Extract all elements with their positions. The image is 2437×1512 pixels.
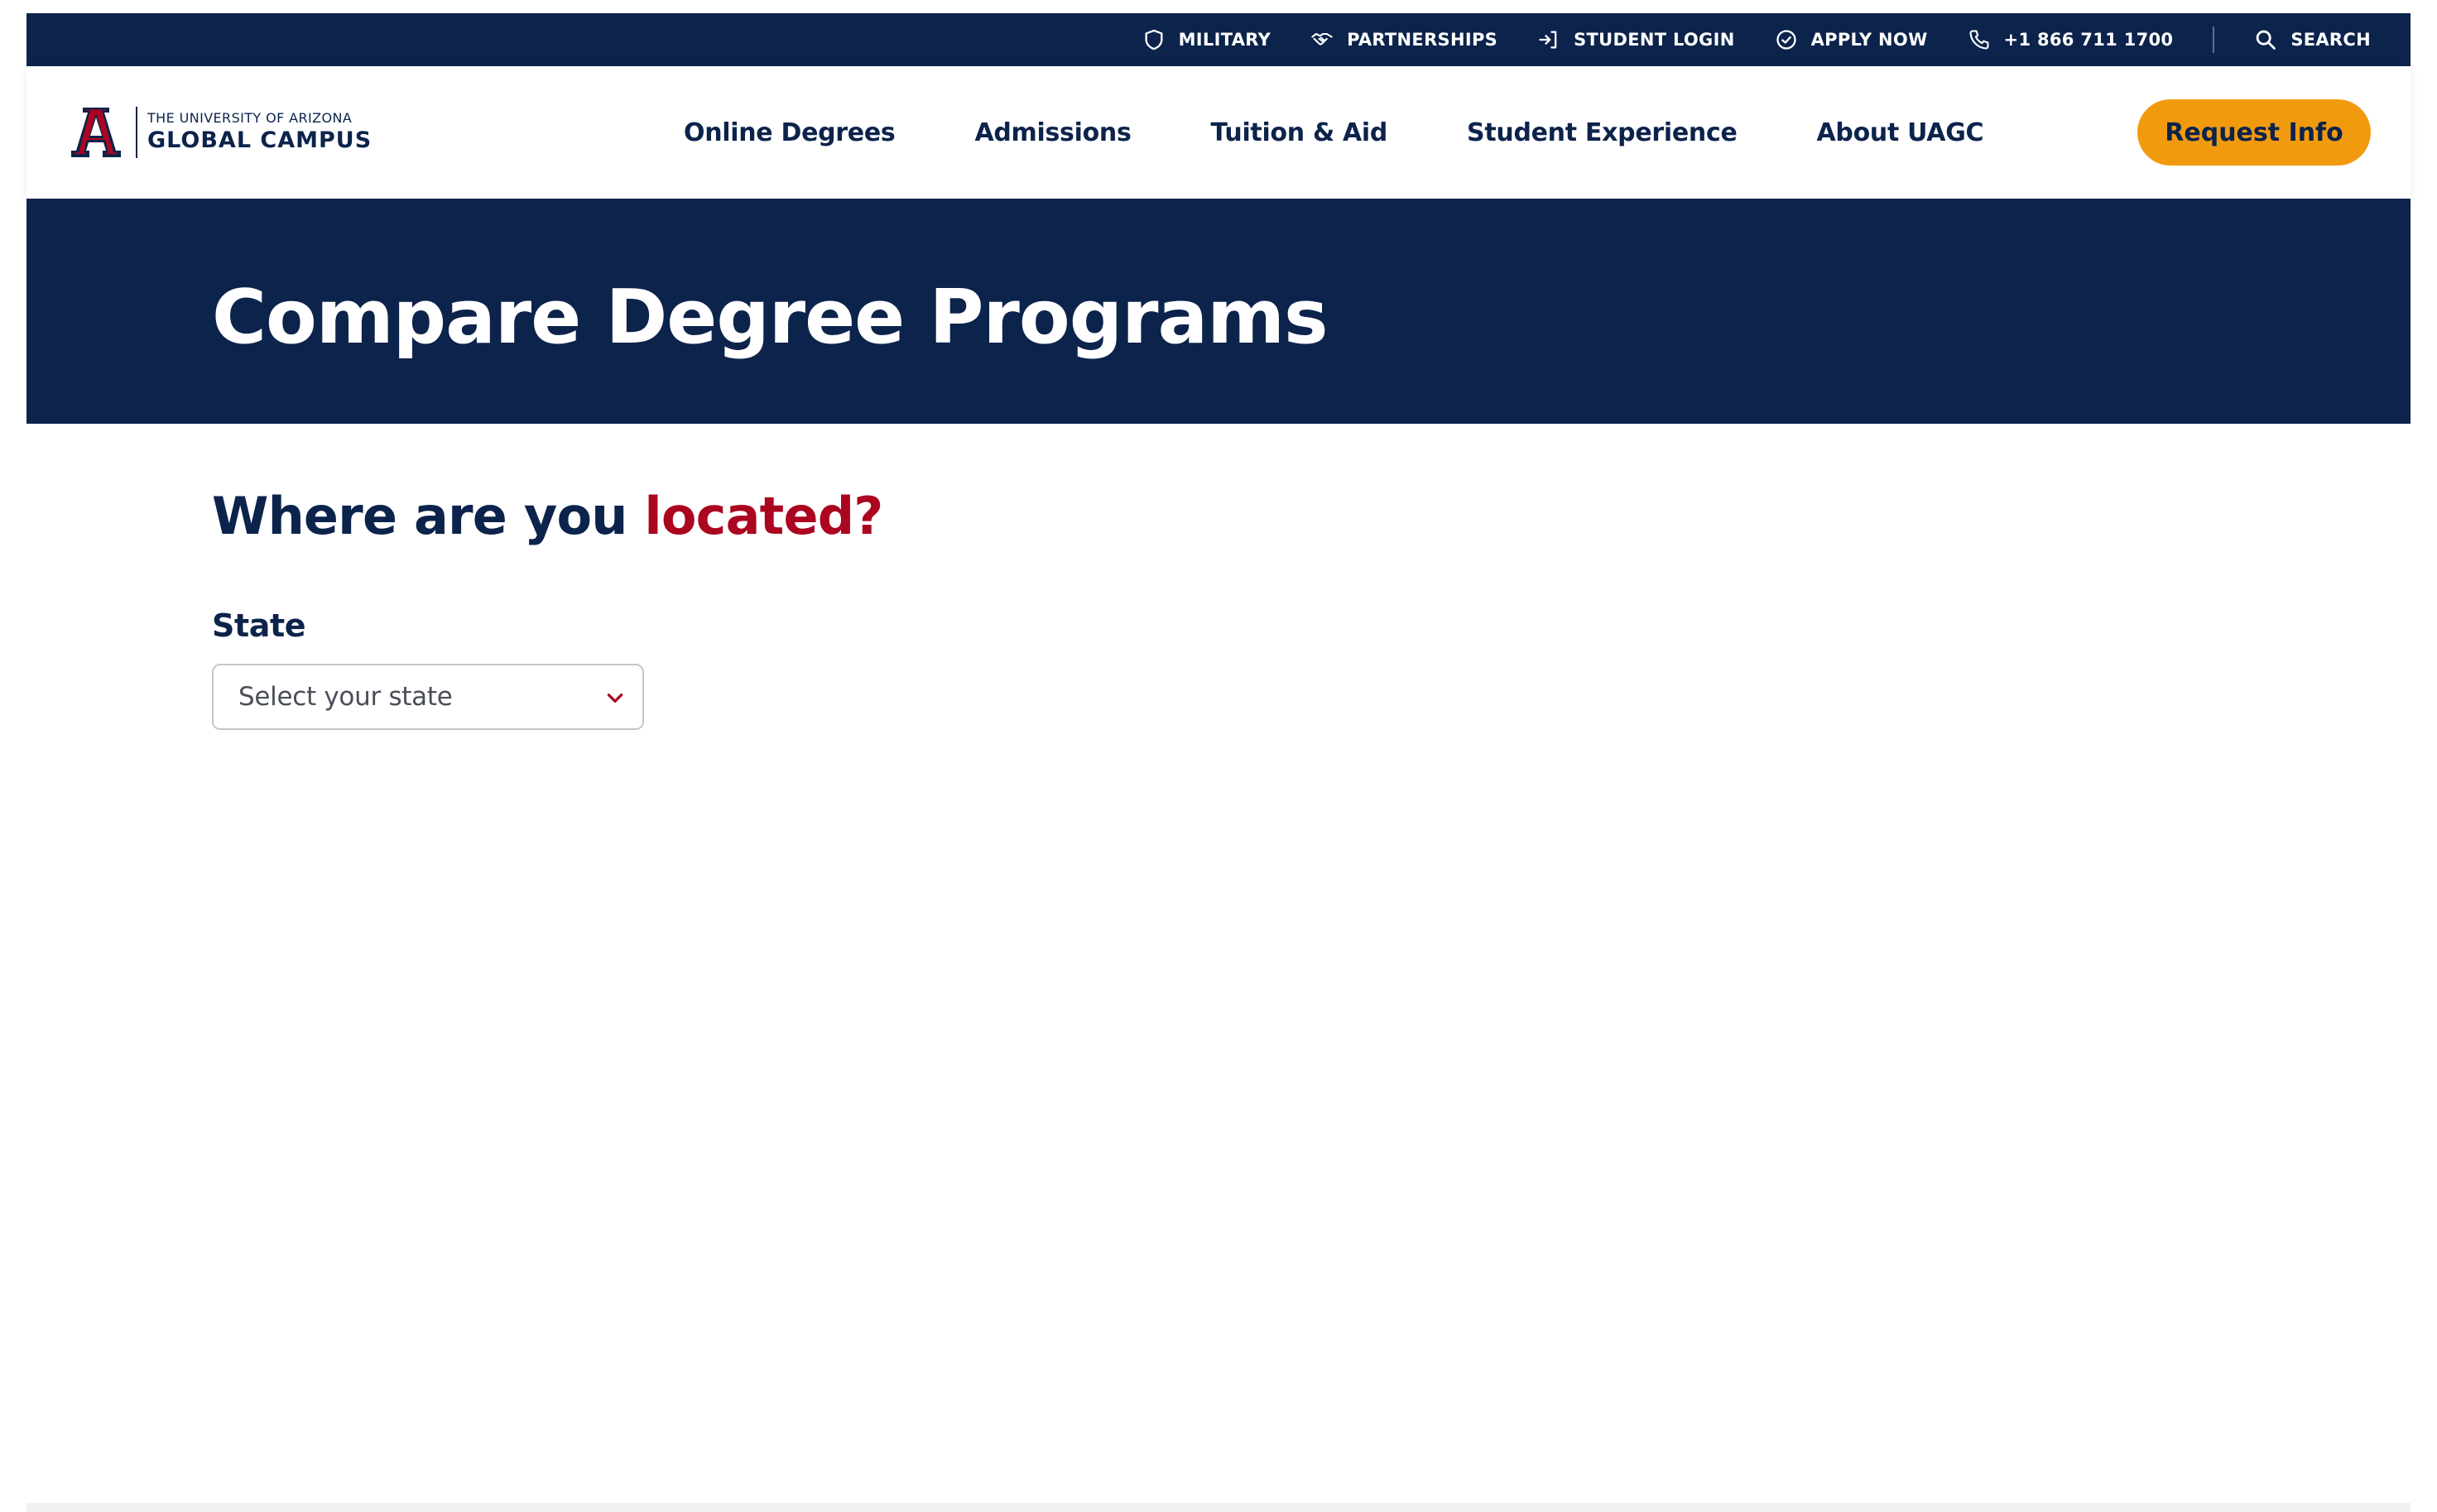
search-icon (2256, 30, 2276, 50)
handshake-icon (1311, 32, 1333, 46)
military-label: MILITARY (1178, 30, 1271, 50)
search-link[interactable]: SEARCH (2254, 28, 2371, 51)
apply-now-link[interactable]: APPLY NOW (1775, 28, 1928, 51)
location-heading: Where are you located? (212, 486, 883, 546)
utility-bar: MILITARY PARTNERSHIPS STUDENT LOGIN APPL… (26, 13, 2411, 66)
partnerships-label: PARTNERSHIPS (1347, 30, 1498, 50)
student-login-link[interactable]: STUDENT LOGIN (1537, 28, 1735, 51)
main-nav: THE UNIVERSITY OF ARIZONA GLOBAL CAMPUS … (26, 66, 2411, 199)
logo-university-name: THE UNIVERSITY OF ARIZONA (147, 110, 353, 126)
hero-banner: Compare Degree Programs (26, 199, 2411, 424)
utility-divider (2213, 26, 2215, 53)
check-circle-icon (1776, 30, 1796, 50)
request-info-button[interactable]: Request Info (2137, 99, 2371, 166)
page-title: Compare Degree Programs (212, 274, 1329, 361)
phone-icon (1968, 30, 1989, 50)
apply-now-label: APPLY NOW (1810, 30, 1928, 50)
state-select[interactable]: Select your state (212, 664, 644, 730)
nav-admissions[interactable]: Admissions (974, 118, 1131, 147)
uagc-logo[interactable]: THE UNIVERSITY OF ARIZONA GLOBAL CAMPUS (68, 104, 372, 161)
student-login-label: STUDENT LOGIN (1574, 30, 1735, 50)
phone-link[interactable]: +1 866 711 1700 (1968, 28, 2174, 51)
nav-student-experience[interactable]: Student Experience (1467, 118, 1738, 147)
shield-icon (1145, 29, 1163, 50)
logo-campus-name: GLOBAL CAMPUS (147, 127, 373, 153)
logo-text: THE UNIVERSITY OF ARIZONA GLOBAL CAMPUS (147, 110, 372, 155)
login-icon (1539, 31, 1557, 49)
search-label: SEARCH (2290, 30, 2371, 50)
block-a-logo-icon (71, 108, 121, 157)
footer-edge (26, 1503, 2411, 1512)
nav-online-degrees[interactable]: Online Degrees (684, 118, 896, 147)
location-heading-main: Where are you (212, 486, 627, 546)
state-label: State (212, 607, 306, 644)
chevron-down-icon (607, 694, 623, 703)
partnerships-link[interactable]: PARTNERSHIPS (1310, 28, 1497, 51)
military-link[interactable]: MILITARY (1142, 28, 1271, 51)
phone-label: +1 866 711 1700 (2003, 30, 2174, 50)
location-heading-accent: located? (644, 486, 883, 546)
nav-about-uagc[interactable]: About UAGC (1817, 118, 1984, 147)
logo-separator (136, 107, 137, 158)
state-select-value: Select your state (238, 682, 453, 712)
nav-tuition-aid[interactable]: Tuition & Aid (1211, 118, 1388, 147)
primary-nav: Online Degrees Admissions Tuition & Aid … (684, 66, 1984, 199)
page: MILITARY PARTNERSHIPS STUDENT LOGIN APPL… (26, 13, 2411, 1512)
